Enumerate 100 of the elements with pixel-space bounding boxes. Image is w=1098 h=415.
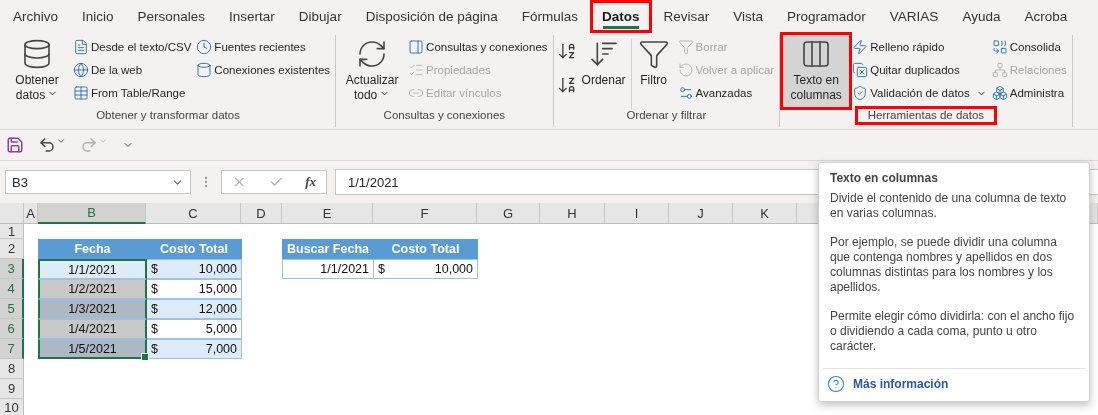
- ribbon-button[interactable]: Consolida: [989, 36, 1069, 58]
- ribbon-tab[interactable]: Revisar: [654, 2, 719, 30]
- more-info-link[interactable]: Más información: [853, 377, 949, 391]
- ribbon-button[interactable]: Fuentes recientes: [194, 36, 333, 58]
- tooltip-title: Texto en columnas: [829, 170, 939, 187]
- ribbon-button[interactable]: De la web: [71, 59, 194, 81]
- group-label: Ordenar y filtrar: [625, 108, 708, 123]
- ribbon-tab[interactable]: VARIAS: [880, 2, 948, 30]
- column-header[interactable]: H: [540, 203, 605, 224]
- fill-handle[interactable]: [141, 353, 149, 361]
- funnel-icon: [677, 39, 694, 55]
- row-header[interactable]: 10: [0, 399, 24, 415]
- ribbon-button[interactable]: Administra: [989, 82, 1069, 104]
- ribbon-button[interactable]: From Table/Range: [71, 82, 194, 104]
- save-button[interactable]: [6, 136, 24, 154]
- ribbon-large-button[interactable]: Actualizar todo: [339, 35, 406, 107]
- ribbon-tab[interactable]: Inicio: [73, 2, 123, 30]
- tooltip-text: Permite elegir cómo dividirla: con el ancho fijo o dividiendo a cada coma, punto u otro carácter.: [830, 309, 1076, 354]
- currency-symbol: $: [151, 282, 158, 296]
- ribbon-tab[interactable]: Dibujar: [289, 2, 351, 30]
- row-header[interactable]: 3: [0, 259, 24, 279]
- row-header[interactable]: 1: [0, 224, 24, 239]
- sort-descending-button[interactable]: [556, 75, 577, 95]
- column-header[interactable]: B: [38, 203, 146, 224]
- ribbon-tab[interactable]: Acroba: [1015, 2, 1077, 30]
- ribbon-tab[interactable]: Programador: [778, 2, 875, 30]
- group-label: Obtener y transformar datos: [95, 108, 241, 123]
- database-icon: [21, 38, 53, 70]
- merge-icon: [991, 39, 1008, 55]
- currency-symbol: $: [378, 262, 385, 276]
- undo-button[interactable]: [38, 136, 66, 154]
- table-cell: 1/3/2021: [38, 299, 147, 319]
- column-header[interactable]: G: [477, 203, 540, 224]
- ribbon-tab[interactable]: Personales: [128, 2, 215, 30]
- row-header[interactable]: 4: [0, 279, 24, 299]
- ribbon-tab[interactable]: Fórmulas: [512, 2, 587, 30]
- lightning-icon: [852, 39, 869, 55]
- refresh-icon: [677, 62, 694, 78]
- amount: 10,000: [198, 262, 237, 276]
- table-cell: 1/4/2021: [38, 319, 147, 339]
- column-header[interactable]: C: [146, 203, 241, 224]
- ribbon-tab[interactable]: Insertar: [220, 2, 284, 30]
- ribbon-button[interactable]: Validación de datos: [850, 82, 989, 104]
- row-header[interactable]: 2: [0, 239, 24, 259]
- help-icon: [827, 375, 845, 393]
- ribbon-large-button[interactable]: Ordenar: [577, 35, 630, 107]
- ribbon-button[interactable]: Conexiones existentes: [194, 59, 333, 81]
- insert-function-button[interactable]: fx: [305, 174, 316, 190]
- select-all-corner[interactable]: [0, 203, 24, 224]
- ribbon-tab[interactable]: Datos: [593, 2, 649, 30]
- caret-icon: [56, 136, 66, 146]
- ribbon-button[interactable]: Relleno rápido: [850, 36, 989, 58]
- globe-icon: [73, 62, 89, 78]
- table-header-cell: Costo Total: [373, 239, 478, 259]
- column-header[interactable]: D: [241, 203, 282, 224]
- table-cell: 1/5/2021: [38, 339, 147, 359]
- table-cell: 1/2/2021: [38, 279, 147, 299]
- panel-icon: [408, 39, 425, 55]
- table-header-cell: Costo Total: [146, 239, 242, 259]
- column-header[interactable]: K: [733, 203, 797, 224]
- redo-icon: [80, 136, 98, 154]
- sort-ascending-button[interactable]: [556, 41, 577, 61]
- ribbon-large-button[interactable]: Texto en columnas: [783, 35, 850, 107]
- ribbon-button[interactable]: Desde el texto/CSV: [71, 36, 194, 58]
- table-icon: [73, 85, 89, 101]
- amount: 5,000: [205, 322, 237, 336]
- ribbon-large-button[interactable]: Obtener datos: [4, 35, 70, 107]
- table-cell: 1/1/2021: [38, 259, 147, 279]
- row-header[interactable]: 8: [0, 359, 24, 379]
- tooltip-text: Por ejemplo, se puede dividir una columna que contenga nombres y apellidos en dos columnas distintas para los nombres y los apellidos.: [830, 235, 1058, 295]
- shield-icon: [852, 85, 869, 101]
- ribbon-tab[interactable]: Ayuda: [953, 2, 1010, 30]
- row-header[interactable]: 9: [0, 379, 24, 399]
- ribbon-button[interactable]: Avanzadas: [675, 82, 777, 104]
- column-header[interactable]: F: [373, 203, 477, 224]
- row-header[interactable]: 6: [0, 319, 24, 339]
- ribbon-button[interactable]: Quitar duplicados: [850, 59, 989, 81]
- ribbon-button[interactable]: Consultas y conexiones: [406, 36, 550, 58]
- column-header[interactable]: E: [282, 203, 373, 224]
- ribbon-tab[interactable]: Archivo: [4, 2, 67, 30]
- row-header[interactable]: 5: [0, 299, 24, 319]
- table-header-cell: Buscar Fecha: [282, 239, 374, 259]
- currency-symbol: $: [151, 262, 158, 276]
- column-header[interactable]: J: [669, 203, 733, 224]
- document-icon: [73, 39, 89, 55]
- amount: 15,000: [198, 282, 237, 296]
- amount: 7,000: [205, 342, 237, 356]
- currency-symbol: $: [151, 302, 158, 316]
- duplicate-icon: [852, 62, 869, 78]
- ribbon-tab[interactable]: Vista: [724, 2, 773, 30]
- column-header[interactable]: I: [605, 203, 669, 224]
- funnel-icon: [637, 38, 670, 70]
- row-header[interactable]: 7: [0, 339, 24, 359]
- amount: 12,000: [198, 302, 237, 316]
- name-box[interactable]: B3: [5, 170, 191, 194]
- column-header[interactable]: A: [24, 203, 38, 224]
- ribbon-large-button[interactable]: Filtro: [632, 35, 675, 107]
- currency-symbol: $: [151, 322, 158, 336]
- ribbon-tab[interactable]: Disposición de página: [356, 2, 507, 30]
- caret-icon: [98, 136, 108, 146]
